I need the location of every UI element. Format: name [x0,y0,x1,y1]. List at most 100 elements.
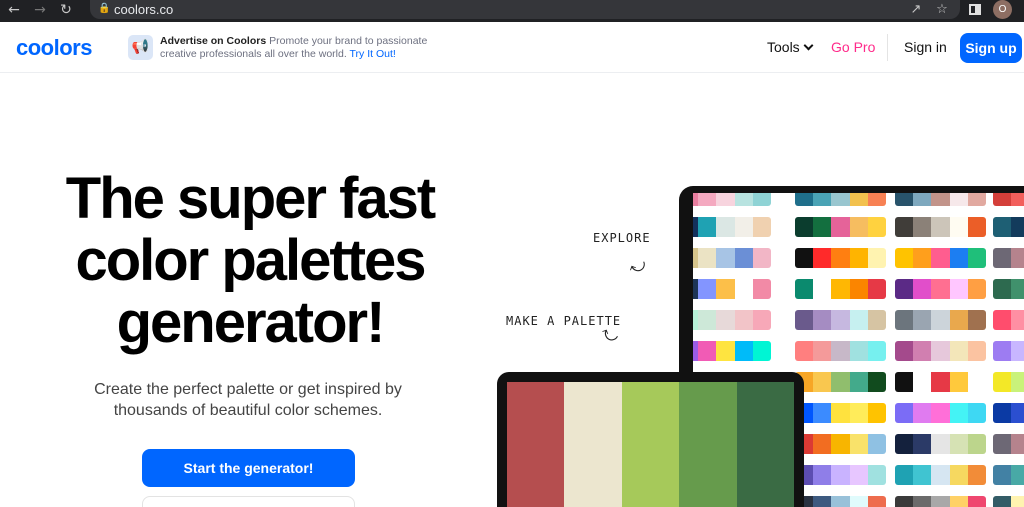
star-icon[interactable]: ☆ [933,0,951,20]
go-pro-link[interactable]: Go Pro [831,39,875,55]
palette-swatch [931,248,950,268]
palette-card[interactable] [895,341,986,361]
palette-card[interactable] [795,341,886,361]
palette-swatch [795,341,814,361]
palette-swatch [895,341,914,361]
palette-swatch [831,496,850,507]
palette-card[interactable] [795,279,886,299]
palette-card[interactable] [795,403,886,423]
palette-card[interactable] [993,279,1024,299]
palette-card[interactable] [993,217,1024,237]
share-icon[interactable]: ↗ [907,0,925,20]
palette-card[interactable] [693,310,771,330]
sign-in-link[interactable]: Sign in [904,39,947,55]
palette-card[interactable] [693,279,771,299]
palette-swatch [813,193,832,206]
palette-swatch [949,372,968,392]
palette-swatch [967,217,986,237]
sign-up-button[interactable]: Sign up [960,33,1022,63]
palette-swatch [831,434,850,454]
palette-swatch [849,248,868,268]
palette-swatch [967,403,986,423]
palette-swatch [813,465,832,485]
palette-swatch[interactable] [621,382,680,507]
palette-card[interactable] [895,496,986,507]
palette-swatch [698,341,717,361]
palette-swatch [967,496,986,507]
palette-swatch [913,403,932,423]
palette-card[interactable] [993,341,1024,361]
palette-swatch [831,248,850,268]
reload-icon[interactable]: ↻ [56,0,76,22]
palette-card[interactable] [993,465,1024,485]
palette-swatch[interactable] [507,382,565,507]
advertise-banner[interactable]: Advertise on Coolors Promote your brand … [160,35,460,61]
palette-swatch [813,310,832,330]
palette-card[interactable] [895,248,986,268]
palette-swatch [849,372,868,392]
tools-menu[interactable]: Tools [767,39,814,55]
palette-card[interactable] [993,193,1024,206]
palette-card[interactable] [895,465,986,485]
palette-swatch [949,279,968,299]
palette-card[interactable] [993,403,1024,423]
palette-swatch [967,279,986,299]
palette-card[interactable] [993,434,1024,454]
palette-swatch [895,434,914,454]
palette-card[interactable] [693,248,771,268]
site-header: coolors 📢 Advertise on Coolors Promote y… [0,22,1024,73]
palette-card[interactable] [795,434,886,454]
secondary-button[interactable] [142,496,355,507]
palette-card[interactable] [795,496,886,507]
palette-swatch[interactable] [679,382,737,507]
palette-swatch [993,310,1012,330]
palette-card[interactable] [993,372,1024,392]
side-panel-icon[interactable] [969,4,981,15]
palette-swatch [716,193,735,206]
palette-card[interactable] [693,341,771,361]
palette-card[interactable] [795,193,886,206]
palette-card[interactable] [795,217,886,237]
arrow-left-icon[interactable]: ← [4,0,24,22]
palette-card[interactable] [795,465,886,485]
coolors-logo[interactable]: coolors [16,35,92,61]
palette-card[interactable] [993,496,1024,507]
palette-card[interactable] [795,310,886,330]
palette-card[interactable] [895,193,986,206]
palette-card[interactable] [895,279,986,299]
palette-card[interactable] [795,372,886,392]
palette-swatch [849,217,868,237]
palette-swatch [1011,310,1024,330]
palette-card[interactable] [895,434,986,454]
palette-swatch [993,279,1012,299]
generator-palette[interactable] [507,382,795,507]
palette-card[interactable] [993,248,1024,268]
palette-card[interactable] [693,217,771,237]
palette-card[interactable] [895,310,986,330]
palette-swatch[interactable] [564,382,622,507]
address-bar[interactable]: 🔒 coolors.co [90,0,960,19]
palette-swatch [867,465,886,485]
palette-card[interactable] [895,217,986,237]
profile-avatar[interactable]: O [993,0,1012,19]
palette-card[interactable] [895,372,986,392]
palette-card[interactable] [693,193,771,206]
palette-card[interactable] [895,403,986,423]
palette-card[interactable] [795,248,886,268]
palette-card[interactable] [993,310,1024,330]
ad-try-link[interactable]: Try It Out! [350,48,396,60]
palette-swatch [949,193,968,206]
palette-swatch [931,465,950,485]
palette-swatch [698,248,717,268]
palette-swatch [949,465,968,485]
palette-swatch[interactable] [736,382,795,507]
palette-swatch [867,372,886,392]
palette-swatch [895,403,914,423]
palette-swatch [831,193,850,206]
start-generator-button[interactable]: Start the generator! [142,449,355,487]
palette-swatch [895,193,914,206]
palette-swatch [867,341,886,361]
arrow-right-icon[interactable]: → [30,0,50,22]
palette-swatch [993,372,1012,392]
palette-swatch [698,279,717,299]
